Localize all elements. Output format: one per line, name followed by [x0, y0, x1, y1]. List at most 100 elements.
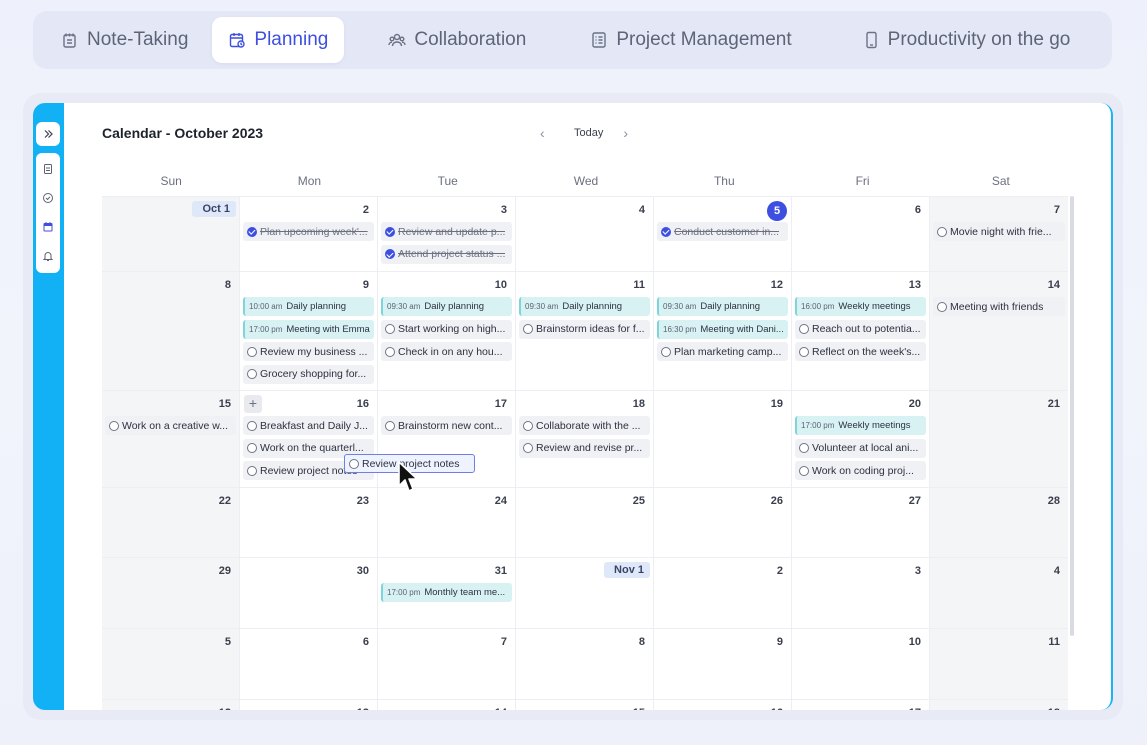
calendar-event[interactable]: Check in on any hou...	[381, 342, 512, 361]
calendar-event[interactable]: 09:30 am Daily planning	[657, 297, 788, 316]
bell-icon[interactable]	[42, 250, 54, 262]
task-circle-icon[interactable]	[385, 420, 395, 431]
calendar-event[interactable]: Reach out to potentia...	[795, 319, 926, 339]
day-cell[interactable]: 12	[102, 700, 240, 710]
calendar-event[interactable]: 17:00 pm Meeting with Emma	[243, 319, 374, 339]
calendar-event[interactable]: Grocery shopping for...	[243, 364, 374, 384]
calendar-event[interactable]: 17:00 pm Monthly team me...	[381, 583, 512, 602]
task-circle-icon[interactable]	[523, 420, 533, 431]
day-cell[interactable]: 22	[102, 488, 240, 557]
task-circle-icon[interactable]	[247, 369, 257, 379]
calendar-event[interactable]: Plan marketing camp...	[657, 342, 788, 361]
day-cell[interactable]: 13 16:00 pm Weekly meetings Reach out to po…	[792, 272, 930, 390]
day-cell[interactable]: 6	[792, 197, 930, 271]
tab-planning[interactable]: Planning	[212, 17, 345, 63]
calendar-event[interactable]: Brainstorm ideas for f...	[519, 319, 650, 339]
calendar-event[interactable]: 09:30 am Daily planning	[519, 297, 650, 316]
day-cell[interactable]: 9	[654, 629, 792, 699]
day-cell[interactable]: 19	[654, 391, 792, 487]
day-cell[interactable]: 11 09:30 am Daily planning Brainstorm ideas…	[516, 272, 654, 390]
task-circle-icon[interactable]	[523, 324, 533, 334]
day-cell[interactable]: 3	[792, 558, 930, 628]
day-cell[interactable]: 27	[792, 488, 930, 557]
day-cell[interactable]: 31 17:00 pm Monthly team me...	[378, 558, 516, 628]
task-circle-icon[interactable]	[937, 226, 947, 237]
day-cell[interactable]: 18 Collaborate with the ... Review and rev…	[516, 391, 654, 487]
calendar-event[interactable]: Brainstorm new cont...	[381, 416, 512, 435]
day-cell[interactable]: 26	[654, 488, 792, 557]
calendar-event[interactable]: Review and update p...	[381, 222, 512, 241]
task-circle-icon[interactable]	[109, 420, 119, 431]
task-circle-icon[interactable]	[523, 443, 533, 453]
day-cell[interactable]: 4	[930, 558, 1068, 628]
day-cell[interactable]: 2 Plan upcoming week'...	[240, 197, 378, 271]
calendar-event[interactable]: Attend project status ...	[381, 244, 512, 264]
task-circle-icon[interactable]	[247, 443, 257, 453]
day-cell[interactable]: 4	[516, 197, 654, 271]
calendar-event[interactable]: Start working on high...	[381, 319, 512, 339]
day-cell[interactable]: 10 09:30 am Daily planning Start working on…	[378, 272, 516, 390]
calendar-event[interactable]: 16:30 pm Meeting with Dani...	[657, 319, 788, 339]
calendar-event[interactable]: Meeting with friends	[933, 297, 1065, 316]
day-cell[interactable]: 6	[240, 629, 378, 699]
calendar-event[interactable]: Work on coding proj...	[795, 461, 926, 480]
task-circle-icon[interactable]	[247, 420, 257, 431]
day-cell[interactable]: Nov 1	[516, 558, 654, 628]
task-circle-icon[interactable]	[799, 324, 809, 334]
calendar-event[interactable]: Conduct customer in...	[657, 222, 788, 241]
check-circle-icon[interactable]	[42, 192, 54, 204]
tab-collaboration[interactable]: Collaboration	[372, 17, 542, 63]
day-cell[interactable]: 17	[792, 700, 930, 710]
day-cell[interactable]: 8	[102, 272, 240, 390]
day-cell[interactable]: 7	[378, 629, 516, 699]
day-cell[interactable]: 16	[654, 700, 792, 710]
calendar-event[interactable]: 09:30 am Daily planning	[381, 297, 512, 316]
day-cell[interactable]: Oct 1	[102, 197, 240, 271]
day-cell[interactable]: 14	[378, 700, 516, 710]
day-cell[interactable]: 18	[930, 700, 1068, 710]
task-circle-icon[interactable]	[799, 443, 809, 453]
calendar-event[interactable]: 17:00 pm Weekly meetings	[795, 416, 926, 435]
task-circle-icon[interactable]	[247, 465, 257, 476]
tab-productivity-on-the-go[interactable]: Productivity on the go	[846, 17, 1087, 63]
calendar-event[interactable]: Plan upcoming week'...	[243, 222, 374, 241]
day-cell[interactable]: 5 Conduct customer in...	[654, 197, 792, 271]
add-event-button[interactable]: +	[244, 395, 262, 413]
day-cell[interactable]: 21	[930, 391, 1068, 487]
checked-circle-icon[interactable]	[385, 249, 395, 259]
calendar-event[interactable]: 10:00 am Daily planning	[243, 297, 374, 316]
task-circle-icon[interactable]	[937, 301, 947, 312]
day-cell[interactable]: 28	[930, 488, 1068, 557]
day-cell[interactable]: 14 Meeting with friends	[930, 272, 1068, 390]
scrollbar[interactable]	[1070, 196, 1074, 636]
day-cell[interactable]: 30	[240, 558, 378, 628]
task-circle-icon[interactable]	[385, 324, 395, 334]
day-cell[interactable]: 20 17:00 pm Weekly meetings Volunteer at lo…	[792, 391, 930, 487]
day-cell[interactable]: 29	[102, 558, 240, 628]
calendar-icon[interactable]	[42, 221, 54, 233]
day-cell[interactable]: 2	[654, 558, 792, 628]
expand-sidebar-button[interactable]	[36, 122, 60, 146]
today-button[interactable]: Today	[574, 127, 603, 139]
checked-circle-icon[interactable]	[385, 226, 395, 237]
day-cell[interactable]: 15 Work on a creative w...	[102, 391, 240, 487]
tab-note-taking[interactable]: Note-Taking	[45, 17, 204, 63]
checked-circle-icon[interactable]	[247, 226, 257, 237]
calendar-event[interactable]: Breakfast and Daily J...	[243, 416, 374, 435]
calendar-event[interactable]: Movie night with frie...	[933, 222, 1065, 241]
task-circle-icon[interactable]	[799, 346, 809, 357]
day-cell[interactable]: 5	[102, 629, 240, 699]
day-cell[interactable]: 9 10:00 am Daily planning 17:00 pm Meeting w…	[240, 272, 378, 390]
checked-circle-icon[interactable]	[661, 226, 671, 237]
tab-project-management[interactable]: Project Management	[574, 17, 807, 63]
calendar-event[interactable]: Volunteer at local ani...	[795, 438, 926, 458]
task-circle-icon[interactable]	[247, 346, 257, 357]
chevron-right-icon[interactable]: ›	[623, 125, 637, 141]
day-cell[interactable]: 15	[516, 700, 654, 710]
calendar-event[interactable]: Reflect on the week's...	[795, 342, 926, 361]
day-cell[interactable]: 7 Movie night with frie...	[930, 197, 1068, 271]
note-icon[interactable]	[42, 163, 54, 175]
chevron-left-icon[interactable]: ‹	[540, 125, 554, 141]
day-cell[interactable]: 11	[930, 629, 1068, 699]
day-cell[interactable]: 24	[378, 488, 516, 557]
